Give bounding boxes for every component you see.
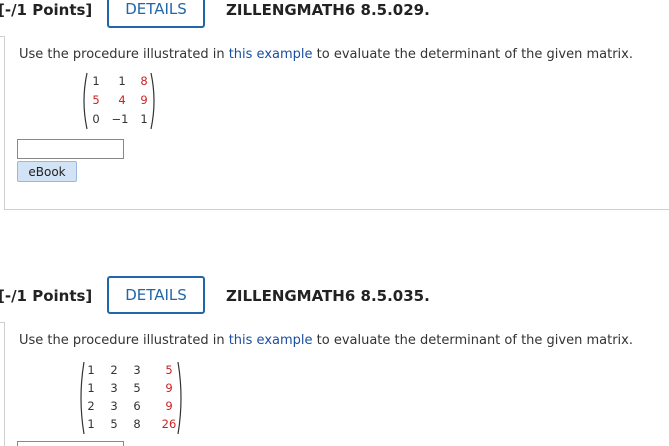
ebook-button[interactable]: eBook: [17, 161, 77, 182]
details-button[interactable]: DETAILS: [107, 0, 205, 28]
prompt-text-start: Use the procedure illustrated in: [19, 47, 229, 62]
question-id: ZILLENGMATH6 8.5.029.: [226, 1, 430, 19]
right-paren: [150, 72, 158, 130]
prompt-text-end: to evaluate the determinant of the given…: [312, 333, 633, 348]
question-2-header: [-/1 Points] DETAILS ZILLENGMATH6 8.5.03…: [0, 276, 669, 314]
matrix-cell: 3: [110, 399, 118, 413]
matrix-cell: 5: [133, 381, 141, 395]
answer-input-partial[interactable]: [17, 441, 124, 446]
answer-input[interactable]: [17, 139, 124, 159]
prompt-text-start: Use the procedure illustrated in: [19, 333, 229, 348]
matrix-cell: 2: [110, 363, 118, 377]
matrix-cell: 3: [133, 363, 141, 377]
matrix-cell: 1: [140, 112, 148, 126]
question-1-header: [-/1 Points] DETAILS ZILLENGMATH6 8.5.02…: [0, 0, 669, 36]
matrix-4x4: 1 2 3 5 1 3 5 9 2 3 6 9 1 5 8 26: [77, 361, 185, 435]
matrix-cell: 8: [133, 417, 141, 431]
matrix-cell: 1: [87, 363, 95, 377]
example-link[interactable]: this example: [229, 333, 313, 348]
matrix-cell: 5: [110, 417, 118, 431]
prompt-text-end: to evaluate the determinant of the given…: [312, 47, 633, 62]
matrix-cell: 8: [140, 74, 148, 88]
example-link[interactable]: this example: [229, 47, 313, 62]
matrix-cell: 9: [140, 93, 148, 107]
matrix-3x3: 1 1 8 5 4 9 0 −1 1: [80, 72, 160, 130]
matrix-cell: 2: [87, 399, 95, 413]
matrix-cell: 4: [118, 93, 126, 107]
right-paren: [177, 361, 185, 435]
question-prompt: Use the procedure illustrated in this ex…: [19, 333, 633, 348]
question-prompt: Use the procedure illustrated in this ex…: [19, 47, 633, 62]
matrix-cell: 1: [118, 74, 126, 88]
matrix-cell: 5: [92, 93, 100, 107]
matrix-cell: −1: [111, 112, 129, 126]
question-id: ZILLENGMATH6 8.5.035.: [226, 287, 430, 305]
left-paren: [77, 361, 85, 435]
matrix-cell: 0: [92, 112, 100, 126]
matrix-cell: 3: [110, 381, 118, 395]
left-paren: [80, 72, 88, 130]
matrix-cell: 6: [133, 399, 141, 413]
matrix-cell: 1: [92, 74, 100, 88]
points-label: [-/1 Points]: [0, 1, 93, 19]
matrix-cell: 1: [87, 417, 95, 431]
details-button[interactable]: DETAILS: [107, 276, 205, 314]
points-label: [-/1 Points]: [0, 287, 93, 305]
matrix-cell: 1: [87, 381, 95, 395]
